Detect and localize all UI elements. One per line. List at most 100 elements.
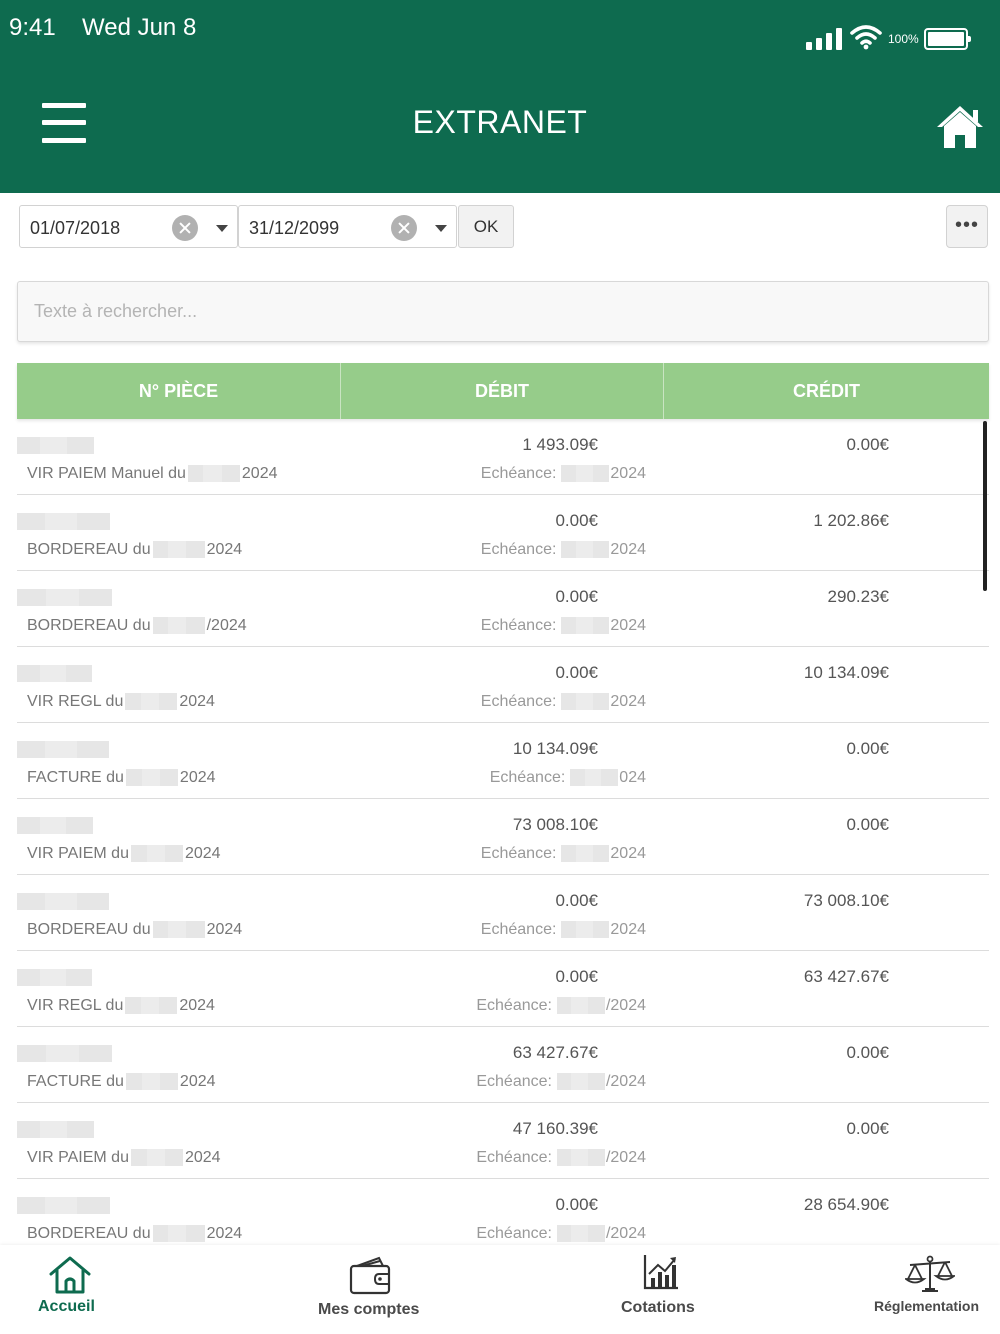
nav-label-cotations: Cotations: [621, 1299, 695, 1316]
debit-amount: 1 493.09€: [522, 435, 598, 454]
redacted-date: [556, 1225, 605, 1243]
credit-amount: 0.00€: [846, 1119, 889, 1138]
scales-icon: [905, 1255, 955, 1292]
redacted-date: [556, 997, 605, 1015]
wifi-icon: [850, 25, 882, 50]
echeance-year: 2024: [610, 921, 646, 938]
date-from-picker[interactable]: 01/07/2018: [19, 205, 238, 248]
table-row[interactable]: BORDEREAU du 2024 0.00€ 1 202.86€ Echéance: 2…: [17, 495, 989, 571]
table-row[interactable]: VIR REGL du 2024 0.00€ 10 134.09€ Echéance: 2…: [17, 647, 989, 723]
app-screen: 9:41 Wed Jun 8 100% EXTRANET 01/07/2018 …: [0, 0, 1000, 1334]
table-row[interactable]: VIR PAIEM Manuel du 2024 1 493.09€ 0.00€ Ech…: [17, 419, 989, 495]
debit-amount: 0.00€: [555, 663, 598, 682]
echeance-year: /2024: [605, 1073, 646, 1090]
bottom-navigation: Accueil Mes comptes Cotations Réglementa…: [0, 1245, 1000, 1334]
table-row[interactable]: FACTURE du 2024 63 427.67€ 0.00€ Echéance: /2…: [17, 1027, 989, 1103]
more-options-button[interactable]: •••: [946, 205, 988, 248]
echeance-label: Echéance:: [480, 845, 557, 862]
ok-button[interactable]: OK: [458, 205, 514, 248]
debit-amount: 63 427.67€: [512, 1043, 598, 1062]
debit-amount: 10 134.09€: [512, 739, 598, 758]
redacted-piece-number: [17, 665, 92, 682]
echeance-year: 2024: [610, 541, 646, 558]
echeance-date: Echéance: 2024: [481, 541, 646, 559]
nav-accueil[interactable]: Accueil: [20, 1245, 120, 1334]
table-row[interactable]: FACTURE du 2024 10 134.09€ 0.00€ Echéance: 02…: [17, 723, 989, 799]
libelle-year: 2024: [184, 1149, 221, 1166]
battery-icon: [924, 28, 971, 50]
redacted-date: [152, 541, 205, 559]
redacted-date: [125, 693, 178, 711]
redacted-piece-number: [17, 741, 109, 758]
redacted-date: [125, 1073, 178, 1091]
home-icon: [49, 1256, 91, 1294]
libelle-year: 2024: [179, 693, 215, 710]
chevron-down-icon[interactable]: [216, 225, 228, 232]
echeance-label: Echéance:: [476, 1073, 552, 1090]
redacted-piece-number: [17, 1121, 94, 1138]
table-row[interactable]: BORDEREAU du 2024 0.00€ 28 654.90€ Echéance:…: [17, 1179, 989, 1245]
echeance-label: Echéance:: [480, 617, 557, 634]
table-row[interactable]: BORDEREAU du 2024 0.00€ 73 008.10€ Echéance:…: [17, 875, 989, 951]
libelle-year: 2024: [206, 1225, 243, 1242]
row-libelle: VIR REGL du 2024: [27, 693, 215, 711]
libelle-text: BORDEREAU du: [27, 617, 151, 634]
redacted-date: [152, 1225, 205, 1243]
redacted-piece-number: [17, 1045, 112, 1062]
echeance-label: Echéance:: [476, 1225, 552, 1242]
table-row[interactable]: VIR REGL du 2024 0.00€ 63 427.67€ Echéance: /…: [17, 951, 989, 1027]
redacted-piece-number: [17, 969, 92, 986]
debit-amount: 0.00€: [555, 1195, 598, 1214]
libelle-year: 2024: [179, 997, 215, 1014]
column-header-piece[interactable]: N° PIÈCE: [17, 363, 340, 419]
row-libelle: BORDEREAU du 2024: [27, 541, 242, 559]
cellular-signal-icon: [806, 28, 842, 50]
echeance-label: Echéance:: [480, 541, 557, 558]
clear-date-from-icon[interactable]: [172, 215, 198, 241]
search-input[interactable]: [17, 281, 989, 342]
nav-reglementation[interactable]: Réglementation: [872, 1245, 992, 1334]
table-row[interactable]: BORDEREAU du/2024 0.00€ 290.23€ Echéance: 20…: [17, 571, 989, 647]
libelle-text: BORDEREAU du: [27, 1225, 151, 1242]
column-header-credit[interactable]: CRÉDIT: [664, 363, 989, 419]
redacted-date: [130, 845, 183, 863]
chevron-down-icon[interactable]: [435, 225, 447, 232]
date-to-picker[interactable]: 31/12/2099: [238, 205, 457, 248]
echeance-year: 2024: [610, 693, 646, 710]
libelle-year: 2024: [206, 921, 243, 938]
libelle-year: 2024: [179, 1073, 216, 1090]
table-row[interactable]: VIR PAIEM du 2024 47 160.39€ 0.00€ Echéance:…: [17, 1103, 989, 1179]
echeance-date: Echéance: 024: [490, 769, 646, 787]
clear-date-to-icon[interactable]: [391, 215, 417, 241]
column-header-debit[interactable]: DÉBIT: [341, 363, 663, 419]
echeance-date: Echéance: 2024: [481, 921, 646, 939]
table-row[interactable]: VIR PAIEM du 2024 73 008.10€ 0.00€ Echéance:…: [17, 799, 989, 875]
libelle-text: BORDEREAU du: [27, 921, 151, 938]
nav-mes-comptes[interactable]: Mes comptes: [300, 1245, 440, 1334]
redacted-date: [130, 1149, 183, 1167]
home-button[interactable]: [934, 104, 986, 150]
scrollbar[interactable]: [983, 421, 987, 591]
credit-amount: 0.00€: [846, 815, 889, 834]
date-to-value: 31/12/2099: [249, 218, 340, 238]
credit-amount: 0.00€: [846, 1043, 889, 1062]
redacted-date: [152, 921, 205, 939]
libelle-text: BORDEREAU du: [27, 541, 151, 558]
row-libelle: VIR PAIEM du 2024: [27, 1149, 221, 1167]
row-libelle: VIR PAIEM Manuel du 2024: [27, 465, 277, 483]
transactions-list[interactable]: VIR PAIEM Manuel du 2024 1 493.09€ 0.00€ Ech…: [17, 419, 989, 1245]
nav-label-accueil: Accueil: [38, 1298, 95, 1315]
credit-amount: 28 654.90€: [803, 1195, 889, 1214]
redacted-piece-number: [17, 1197, 110, 1214]
status-time: 9:41: [9, 14, 56, 41]
debit-amount: 0.00€: [555, 511, 598, 530]
redacted-date: [570, 769, 619, 787]
table-header: N° PIÈCE DÉBIT CRÉDIT: [17, 363, 989, 419]
libelle-text: VIR REGL du: [27, 997, 124, 1014]
libelle-text: FACTURE du: [27, 1073, 124, 1090]
redacted-date: [561, 541, 610, 559]
echeance-label: Echéance:: [476, 1149, 552, 1166]
echeance-label: Echéance:: [480, 921, 557, 938]
nav-label-mes-comptes: Mes comptes: [318, 1301, 420, 1318]
nav-cotations[interactable]: Cotations: [610, 1245, 720, 1334]
